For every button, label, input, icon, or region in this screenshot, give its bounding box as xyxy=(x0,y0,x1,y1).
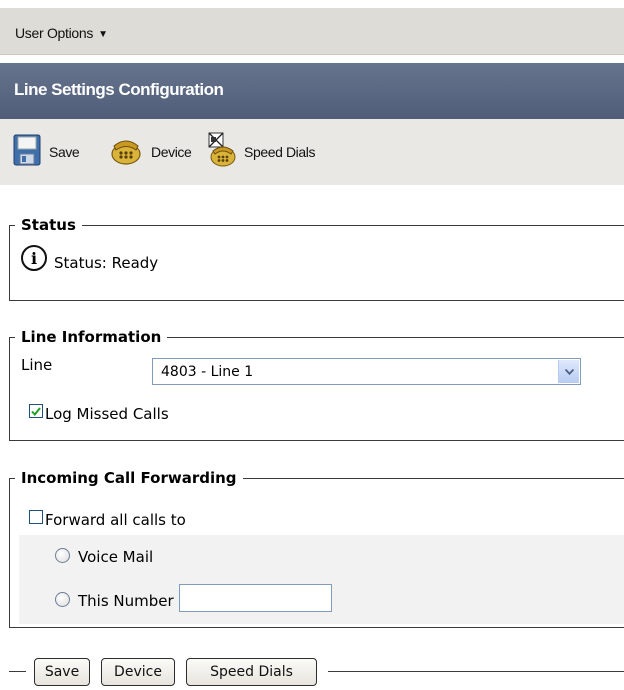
this-number-radio[interactable] xyxy=(55,592,70,607)
line-select-value: 4803 - Line 1 xyxy=(161,364,254,380)
status-legend: Status xyxy=(21,216,76,234)
phone-device-icon xyxy=(109,133,143,171)
toolbar-device-button[interactable]: Device xyxy=(109,132,192,172)
speed-dials-button[interactable]: Speed Dials xyxy=(186,658,317,686)
forward-all-calls-checkbox[interactable] xyxy=(29,510,43,524)
page-title: Line Settings Configuration xyxy=(14,80,224,99)
toolbar-save-button[interactable]: Save xyxy=(13,132,80,172)
this-number-input[interactable] xyxy=(179,584,332,612)
forward-all-calls-label: Forward all calls to xyxy=(45,511,186,529)
user-options-label: User Options xyxy=(15,25,94,41)
log-missed-calls-label: Log Missed Calls xyxy=(45,405,169,423)
toolbar-device-label: Device xyxy=(151,144,192,160)
line-information-legend: Line Information xyxy=(21,328,162,346)
info-icon: i xyxy=(21,245,47,271)
line-select[interactable]: 4803 - Line 1 xyxy=(152,358,581,385)
speed-dial-phone-icon xyxy=(206,132,236,172)
toolbar-speed-dials-button[interactable]: Speed Dials xyxy=(206,132,315,172)
divider xyxy=(328,671,624,672)
voice-mail-label: Voice Mail xyxy=(78,548,154,566)
line-label: Line xyxy=(21,356,53,374)
save-button[interactable]: Save xyxy=(34,658,90,686)
toolbar-save-label: Save xyxy=(49,144,80,160)
toolbar: Save Device Speed Dials xyxy=(0,119,624,185)
log-missed-calls-checkbox[interactable] xyxy=(29,404,43,418)
menu-bar: User Options ▼ xyxy=(0,8,624,55)
title-bar: Line Settings Configuration xyxy=(0,63,624,119)
voice-mail-radio[interactable] xyxy=(55,548,70,563)
call-forwarding-legend: Incoming Call Forwarding xyxy=(21,469,237,487)
device-button[interactable]: Device xyxy=(101,658,175,686)
user-options-menu[interactable]: User Options ▼ xyxy=(15,25,108,41)
toolbar-speed-dials-label: Speed Dials xyxy=(244,144,316,160)
checkmark-icon xyxy=(31,406,41,416)
divider xyxy=(9,671,26,672)
caret-down-icon: ▼ xyxy=(98,29,108,40)
chevron-down-icon[interactable] xyxy=(558,360,579,383)
status-message: Status: Ready xyxy=(54,254,159,272)
save-icon xyxy=(13,134,41,170)
this-number-label: This Number xyxy=(78,592,174,610)
